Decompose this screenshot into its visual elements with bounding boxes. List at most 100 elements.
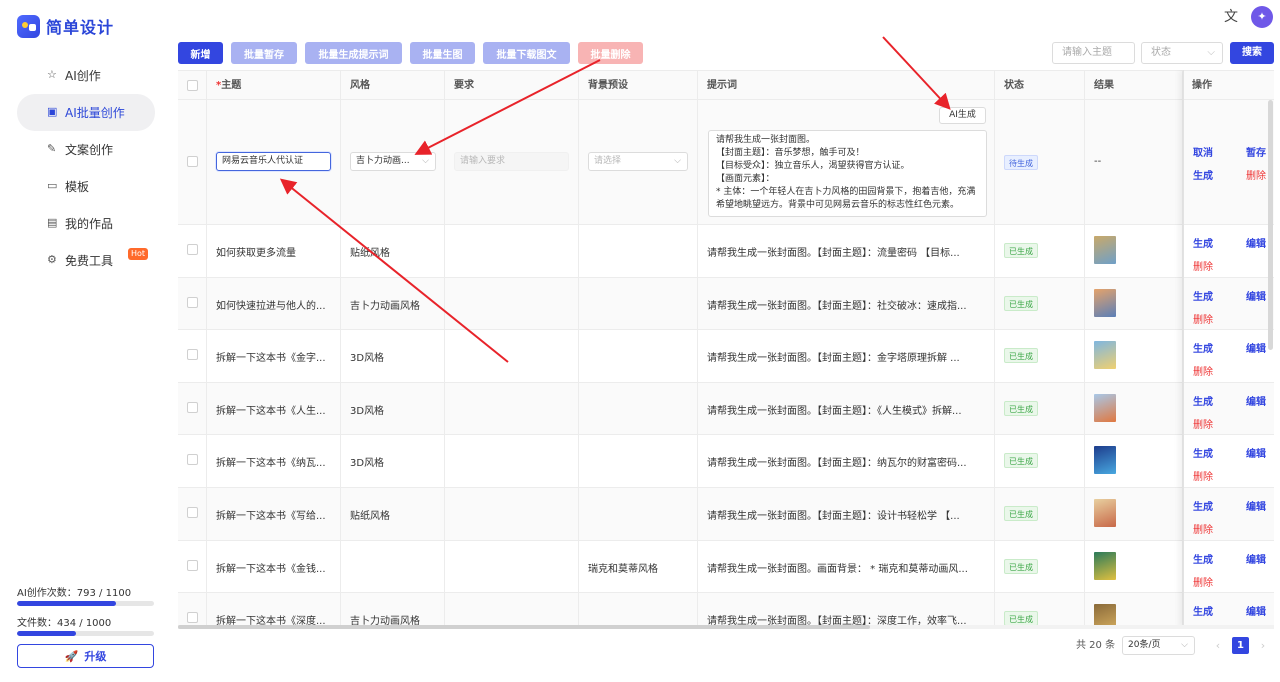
ai-generate-button[interactable]: AI生成 (939, 107, 986, 124)
table-row: 拆解一下这本书《人生... 3D风格 请帮我生成一张封面图。【封面主题】：《人生模式… (178, 382, 1274, 436)
prompt-textarea[interactable]: 请帮我生成一张封面图。 【封面主题】：音乐梦想，触手可及！ 【目标受众】：独立音乐人… (708, 130, 987, 217)
background-cell: 请选择 ⌵ (579, 100, 698, 224)
requirement-input[interactable]: 请输入要求 (454, 152, 569, 171)
table-cell (445, 277, 579, 330)
row-checkbox[interactable] (187, 454, 198, 466)
result-thumbnail[interactable] (1094, 236, 1116, 264)
result-thumbnail[interactable] (1094, 393, 1116, 422)
result-thumbnail[interactable] (1094, 446, 1116, 475)
table-cell: 已生成 (995, 488, 1085, 540)
search-input[interactable]: 请输入主题 (1052, 42, 1135, 64)
sidebar-nav: ☆ AI创作 ▣ AI批量创作 ✎ 文案创作 ▭ 模板 ▤ 我的作品 ⚙ 免费工具 Hot (17, 57, 155, 279)
sidebar-item-4[interactable]: ▤ 我的作品 (17, 205, 155, 242)
row-checkbox[interactable] (187, 244, 198, 255)
search-button[interactable]: 搜索 (1230, 42, 1274, 64)
table-cell: 拆解一下这本书《金钱... (207, 540, 341, 593)
sidebar-item-label: 文案创作 (65, 143, 114, 157)
status-cell: 待生成 (995, 100, 1085, 224)
table-row: 拆解一下这本书《深度... 吉卜力动画风格 请帮我生成一张封面图。【封面主题】：深度… (178, 593, 1274, 628)
prev-page-button[interactable]: ‹ (1210, 637, 1226, 654)
topic-text: 拆解一下这本书《纳瓦... (216, 458, 326, 470)
table-cell (178, 382, 207, 435)
row-checkbox[interactable] (187, 559, 198, 571)
table-cell (1085, 488, 1183, 540)
table-cell (178, 435, 207, 487)
edit-icon: ✎ (47, 142, 57, 155)
table-cell: 拆解一下这本书《深度... (207, 593, 341, 628)
page-size-select[interactable]: 20条/页 ⌵ (1122, 636, 1195, 655)
row-checkbox[interactable] (187, 156, 198, 167)
table-cell (178, 593, 207, 628)
page-number-current[interactable]: 1 (1232, 637, 1249, 654)
table-cell (445, 540, 579, 593)
row-checkbox[interactable] (187, 507, 198, 518)
status-badge: 已生成 (1004, 558, 1038, 574)
topic-text: 拆解一下这本书《人生... (216, 405, 326, 417)
table-cell (579, 225, 698, 277)
table-cell (178, 225, 207, 277)
table-cell: 请帮我生成一张封面图。【封面主题】：《人生模式》拆解... (698, 382, 995, 435)
batch-delete-button[interactable]: 批量删除 (578, 42, 643, 64)
result-thumbnail[interactable] (1094, 551, 1116, 580)
style-select[interactable]: 吉卜力动画... ⌵ (350, 152, 436, 171)
table-cell: 拆解一下这本书《人生... (207, 382, 341, 435)
chevron-down-icon: ⌵ (674, 156, 681, 166)
table-cell: 如何快速拉进与他人的... (207, 277, 341, 330)
avatar[interactable]: ✦ (1251, 6, 1273, 28)
status-select[interactable]: 状态 ⌵ (1141, 42, 1223, 64)
row-checkbox[interactable] (187, 349, 198, 361)
background-select[interactable]: 请选择 ⌵ (588, 152, 688, 171)
table-cell: 已生成 (995, 540, 1085, 593)
table-cell: 已生成 (995, 277, 1085, 330)
next-page-button[interactable]: › (1255, 637, 1271, 654)
select-all-checkbox[interactable] (187, 80, 198, 91)
table-cell (341, 540, 445, 593)
result-thumbnail[interactable] (1094, 288, 1116, 317)
prompt-text: 请帮我生成一张封面图。【封面主题】：金字塔原理拆解 ... (707, 353, 960, 365)
style-text: 吉卜力动画风格 (350, 300, 420, 312)
status-badge: 已生成 (1004, 611, 1038, 627)
prompt-text: 请帮我生成一张封面图。【封面主题】：社交破冰：速成指... (707, 300, 967, 312)
batch-download-button[interactable]: 批量下载图文 (483, 42, 570, 64)
header-topic: *主题 (207, 71, 341, 101)
sidebar-item-3[interactable]: ▭ 模板 (17, 168, 155, 205)
topic-input[interactable]: 网易云音乐人代认证 (216, 152, 331, 171)
horizontal-scrollbar-thumb[interactable] (178, 625, 870, 629)
table-row: 拆解一下这本书《写给... 贴纸风格 请帮我生成一张封面图。【封面主题】：设计书轻松… (178, 488, 1274, 541)
sidebar-item-0[interactable]: ☆ AI创作 (17, 57, 155, 94)
horizontal-scrollbar[interactable] (178, 625, 1274, 629)
table-cell: 吉卜力动画风格 (341, 277, 445, 330)
batch-prompt-button[interactable]: 批量生成提示词 (305, 42, 402, 64)
status-badge: 已生成 (1004, 295, 1038, 311)
batch-image-button[interactable]: 批量生图 (410, 42, 475, 64)
table-cell: 请帮我生成一张封面图。【封面主题】：金字塔原理拆解 ... (698, 330, 995, 382)
vertical-scrollbar[interactable] (1268, 100, 1273, 350)
row-checkbox[interactable] (187, 612, 198, 624)
new-button[interactable]: 新增 (178, 42, 223, 64)
result-thumbnail[interactable] (1094, 499, 1116, 527)
sidebar-item-2[interactable]: ✎ 文案创作 (17, 131, 155, 168)
logo[interactable]: 简单设计 (17, 14, 114, 38)
sidebar-item-label: 模板 (65, 180, 90, 194)
table-cell (445, 593, 579, 628)
table-cell (1085, 225, 1183, 277)
status-badge: 已生成 (1004, 453, 1038, 469)
batch-save-button[interactable]: 批量暂存 (231, 42, 297, 64)
table-cell: 已生成 (995, 382, 1085, 435)
header-checkbox-cell (178, 71, 207, 101)
topic-text: 拆解一下这本书《金钱... (216, 563, 326, 575)
file-quota-fill (17, 631, 77, 636)
table-cell: 3D风格 (341, 382, 445, 435)
topic-text: 拆解一下这本书《金字... (216, 353, 326, 365)
translate-icon[interactable]: 文 (1222, 8, 1240, 26)
upgrade-button[interactable]: 🚀 升级 (17, 644, 154, 668)
row-checkbox[interactable] (187, 401, 198, 413)
table-cell: 3D风格 (341, 435, 445, 487)
result-thumbnail[interactable] (1094, 341, 1116, 370)
row-checkbox[interactable] (187, 296, 198, 308)
table-cell: 瑞克和莫蒂风格 (579, 540, 698, 593)
table-cell (178, 330, 207, 382)
sidebar-item-5[interactable]: ⚙ 免费工具 Hot (17, 242, 155, 279)
table-cell: 拆解一下这本书《纳瓦... (207, 435, 341, 487)
sidebar-item-1[interactable]: ▣ AI批量创作 (17, 94, 155, 131)
